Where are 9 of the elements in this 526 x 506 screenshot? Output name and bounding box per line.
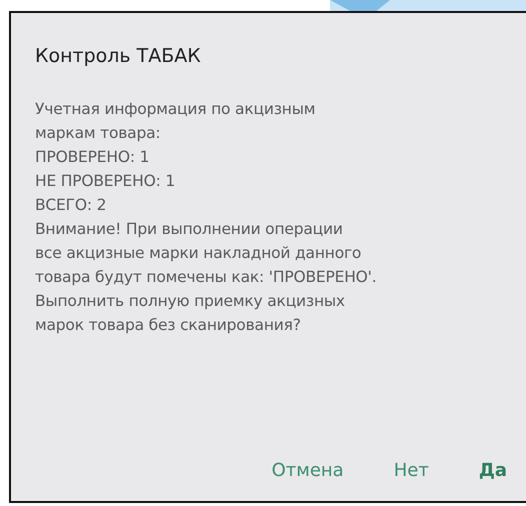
message-text: ПРОВЕРЕНО: 1 bbox=[35, 147, 150, 168]
message-text: Учетная информация по акцизным маркам товара: bbox=[35, 99, 316, 144]
message-text: НЕ ПРОВЕРЕНО: 1 bbox=[35, 171, 176, 192]
dialog-title: Контроль ТАБАК bbox=[35, 44, 202, 69]
dialog-button[interactable]: Отмена bbox=[272, 459, 344, 483]
message-text: ВСЕГО: 2 bbox=[35, 195, 108, 216]
message-text: Внимание! При выполнении операции все акцизные марки накладной данного товара будут помечены как: 'ПРОВЕРЕНО'. Выполнить полную приемку акцизных марок товара без сканирования? bbox=[35, 219, 378, 336]
dialog-button[interactable]: Нет bbox=[394, 459, 429, 483]
dialog-button[interactable]: Да bbox=[478, 459, 507, 483]
